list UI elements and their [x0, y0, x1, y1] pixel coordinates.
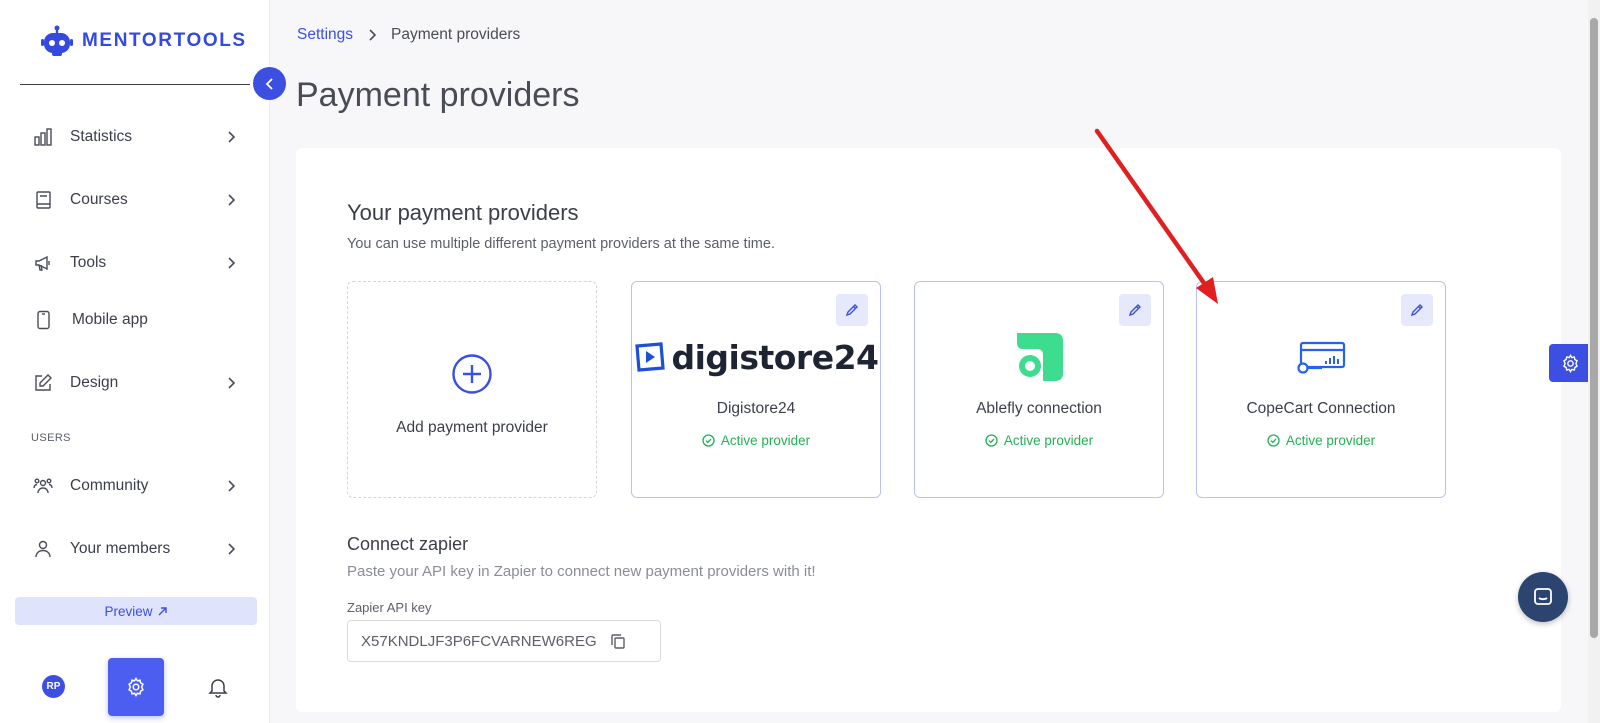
chevron-right-icon: [224, 542, 238, 556]
sidebar-item-label: Statistics: [70, 128, 133, 145]
chevron-right-icon: [224, 256, 238, 270]
chat-icon: [1534, 588, 1552, 605]
pencil-icon: [1410, 304, 1423, 317]
copy-icon[interactable]: [609, 632, 627, 650]
plus-circle-icon: [348, 353, 596, 395]
zapier-api-key-field[interactable]: X57KNDLJF3P6FCVARNEW6REG: [347, 620, 661, 662]
chevron-right-icon: [367, 28, 377, 42]
status-text: Active provider: [720, 433, 811, 448]
logo-text: MENTORTOOLS: [82, 30, 247, 51]
settings-button[interactable]: [108, 658, 164, 716]
section-label-users: USERS: [31, 432, 71, 444]
status-text: Active provider: [1003, 433, 1094, 448]
section-title: Your payment providers: [347, 200, 579, 225]
gear-icon: [128, 677, 144, 697]
smartphone-icon: [33, 310, 53, 330]
check-circle-icon: [1267, 434, 1280, 447]
users-group-icon: [33, 476, 53, 496]
megaphone-icon: [33, 253, 53, 273]
provider-name: Digistore24: [716, 400, 796, 417]
pencil-icon: [845, 304, 858, 317]
add-provider-label: Add payment provider: [396, 419, 548, 436]
sidebar-item-courses[interactable]: Courses: [33, 188, 238, 212]
edit-button[interactable]: [836, 294, 868, 326]
status-text: Active provider: [1285, 433, 1376, 448]
bell-icon: [208, 679, 228, 698]
zapier-api-key-label: Zapier API key: [347, 600, 432, 615]
add-payment-provider-card[interactable]: Add payment provider: [347, 281, 597, 498]
sidebar-item-label: Mobile app: [72, 311, 148, 328]
zapier-title: Connect zapier: [347, 534, 469, 554]
sidebar-item-label: Community: [70, 477, 149, 494]
sidebar-item-tools[interactable]: Tools: [33, 251, 238, 275]
sidebar-item-your-members[interactable]: Your members: [33, 537, 238, 561]
sidebar-item-community[interactable]: Community: [33, 474, 238, 498]
breadcrumb-settings-link[interactable]: Settings: [297, 26, 353, 44]
chevron-right-icon: [224, 376, 238, 390]
section-subtitle: You can use multiple different payment p…: [347, 236, 775, 252]
book-icon: [33, 190, 53, 210]
digistore24-logo: digistore24: [632, 332, 880, 382]
zapier-subtitle: Paste your API key in Zapier to connect …: [347, 563, 816, 580]
external-link-icon: [158, 606, 167, 615]
pencil-icon: [1128, 304, 1141, 317]
chevron-right-icon: [224, 479, 238, 493]
status-badge: Active provider: [915, 433, 1163, 448]
chat-launcher-button[interactable]: [1518, 572, 1568, 622]
sidebar-item-statistics[interactable]: Statistics: [33, 125, 238, 149]
collapse-sidebar-button[interactable]: [253, 67, 286, 100]
digistore24-wordmark: digistore24: [671, 337, 879, 377]
provider-name: Ablefly connection: [976, 400, 1102, 417]
status-badge: Active provider: [1197, 433, 1445, 448]
sidebar-item-mobile-app[interactable]: Mobile app: [33, 308, 238, 332]
sidebar-item-label: Courses: [70, 191, 128, 208]
sidebar-item-label: Design: [70, 374, 119, 391]
preview-button[interactable]: Preview: [15, 597, 257, 625]
chevron-right-icon: [224, 193, 238, 207]
avatar[interactable]: RP: [42, 675, 65, 698]
digistore24-mark-icon: [635, 342, 666, 372]
logo[interactable]: MENTORTOOLS: [40, 24, 247, 58]
breadcrumb-current: Payment providers: [391, 26, 521, 43]
edit-button[interactable]: [1401, 294, 1433, 326]
chevron-left-icon: [265, 77, 273, 90]
scrollbar-thumb[interactable]: [1590, 18, 1598, 638]
user-icon: [33, 539, 53, 559]
notifications-button[interactable]: [207, 676, 229, 698]
gear-icon: [1562, 353, 1578, 373]
robot-logo-icon: [41, 25, 73, 56]
page-title: Payment providers: [296, 76, 580, 114]
breadcrumb: Settings Payment providers: [297, 26, 520, 44]
scrollbar[interactable]: [1588, 0, 1600, 723]
preview-button-label: Preview: [104, 603, 153, 619]
sidebar-divider: [20, 84, 250, 85]
check-circle-icon: [702, 434, 715, 447]
edit-icon: [33, 373, 53, 393]
edit-button[interactable]: [1119, 294, 1151, 326]
check-circle-icon: [985, 434, 998, 447]
ablefly-logo-icon: [915, 332, 1163, 382]
chevron-right-icon: [224, 130, 238, 144]
sidebar-item-label: Your members: [70, 540, 171, 557]
bar-chart-icon: [33, 127, 53, 147]
provider-card-digistore24[interactable]: digistore24 Digistore24 Active provider: [631, 281, 881, 498]
zapier-api-key-value: X57KNDLJF3P6FCVARNEW6REG: [361, 632, 597, 650]
floating-settings-button[interactable]: [1549, 344, 1591, 382]
status-badge: Active provider: [632, 433, 880, 448]
provider-name: CopeCart Connection: [1246, 400, 1396, 417]
sidebar: MENTORTOOLS Statistics Courses Tools Mob…: [0, 0, 270, 723]
sidebar-item-label: Tools: [70, 254, 107, 271]
copecart-logo-icon: [1197, 332, 1445, 382]
sidebar-item-design[interactable]: Design: [33, 371, 238, 395]
provider-card-copecart[interactable]: CopeCart Connection Active provider: [1196, 281, 1446, 498]
provider-card-ablefly[interactable]: Ablefly connection Active provider: [914, 281, 1164, 498]
